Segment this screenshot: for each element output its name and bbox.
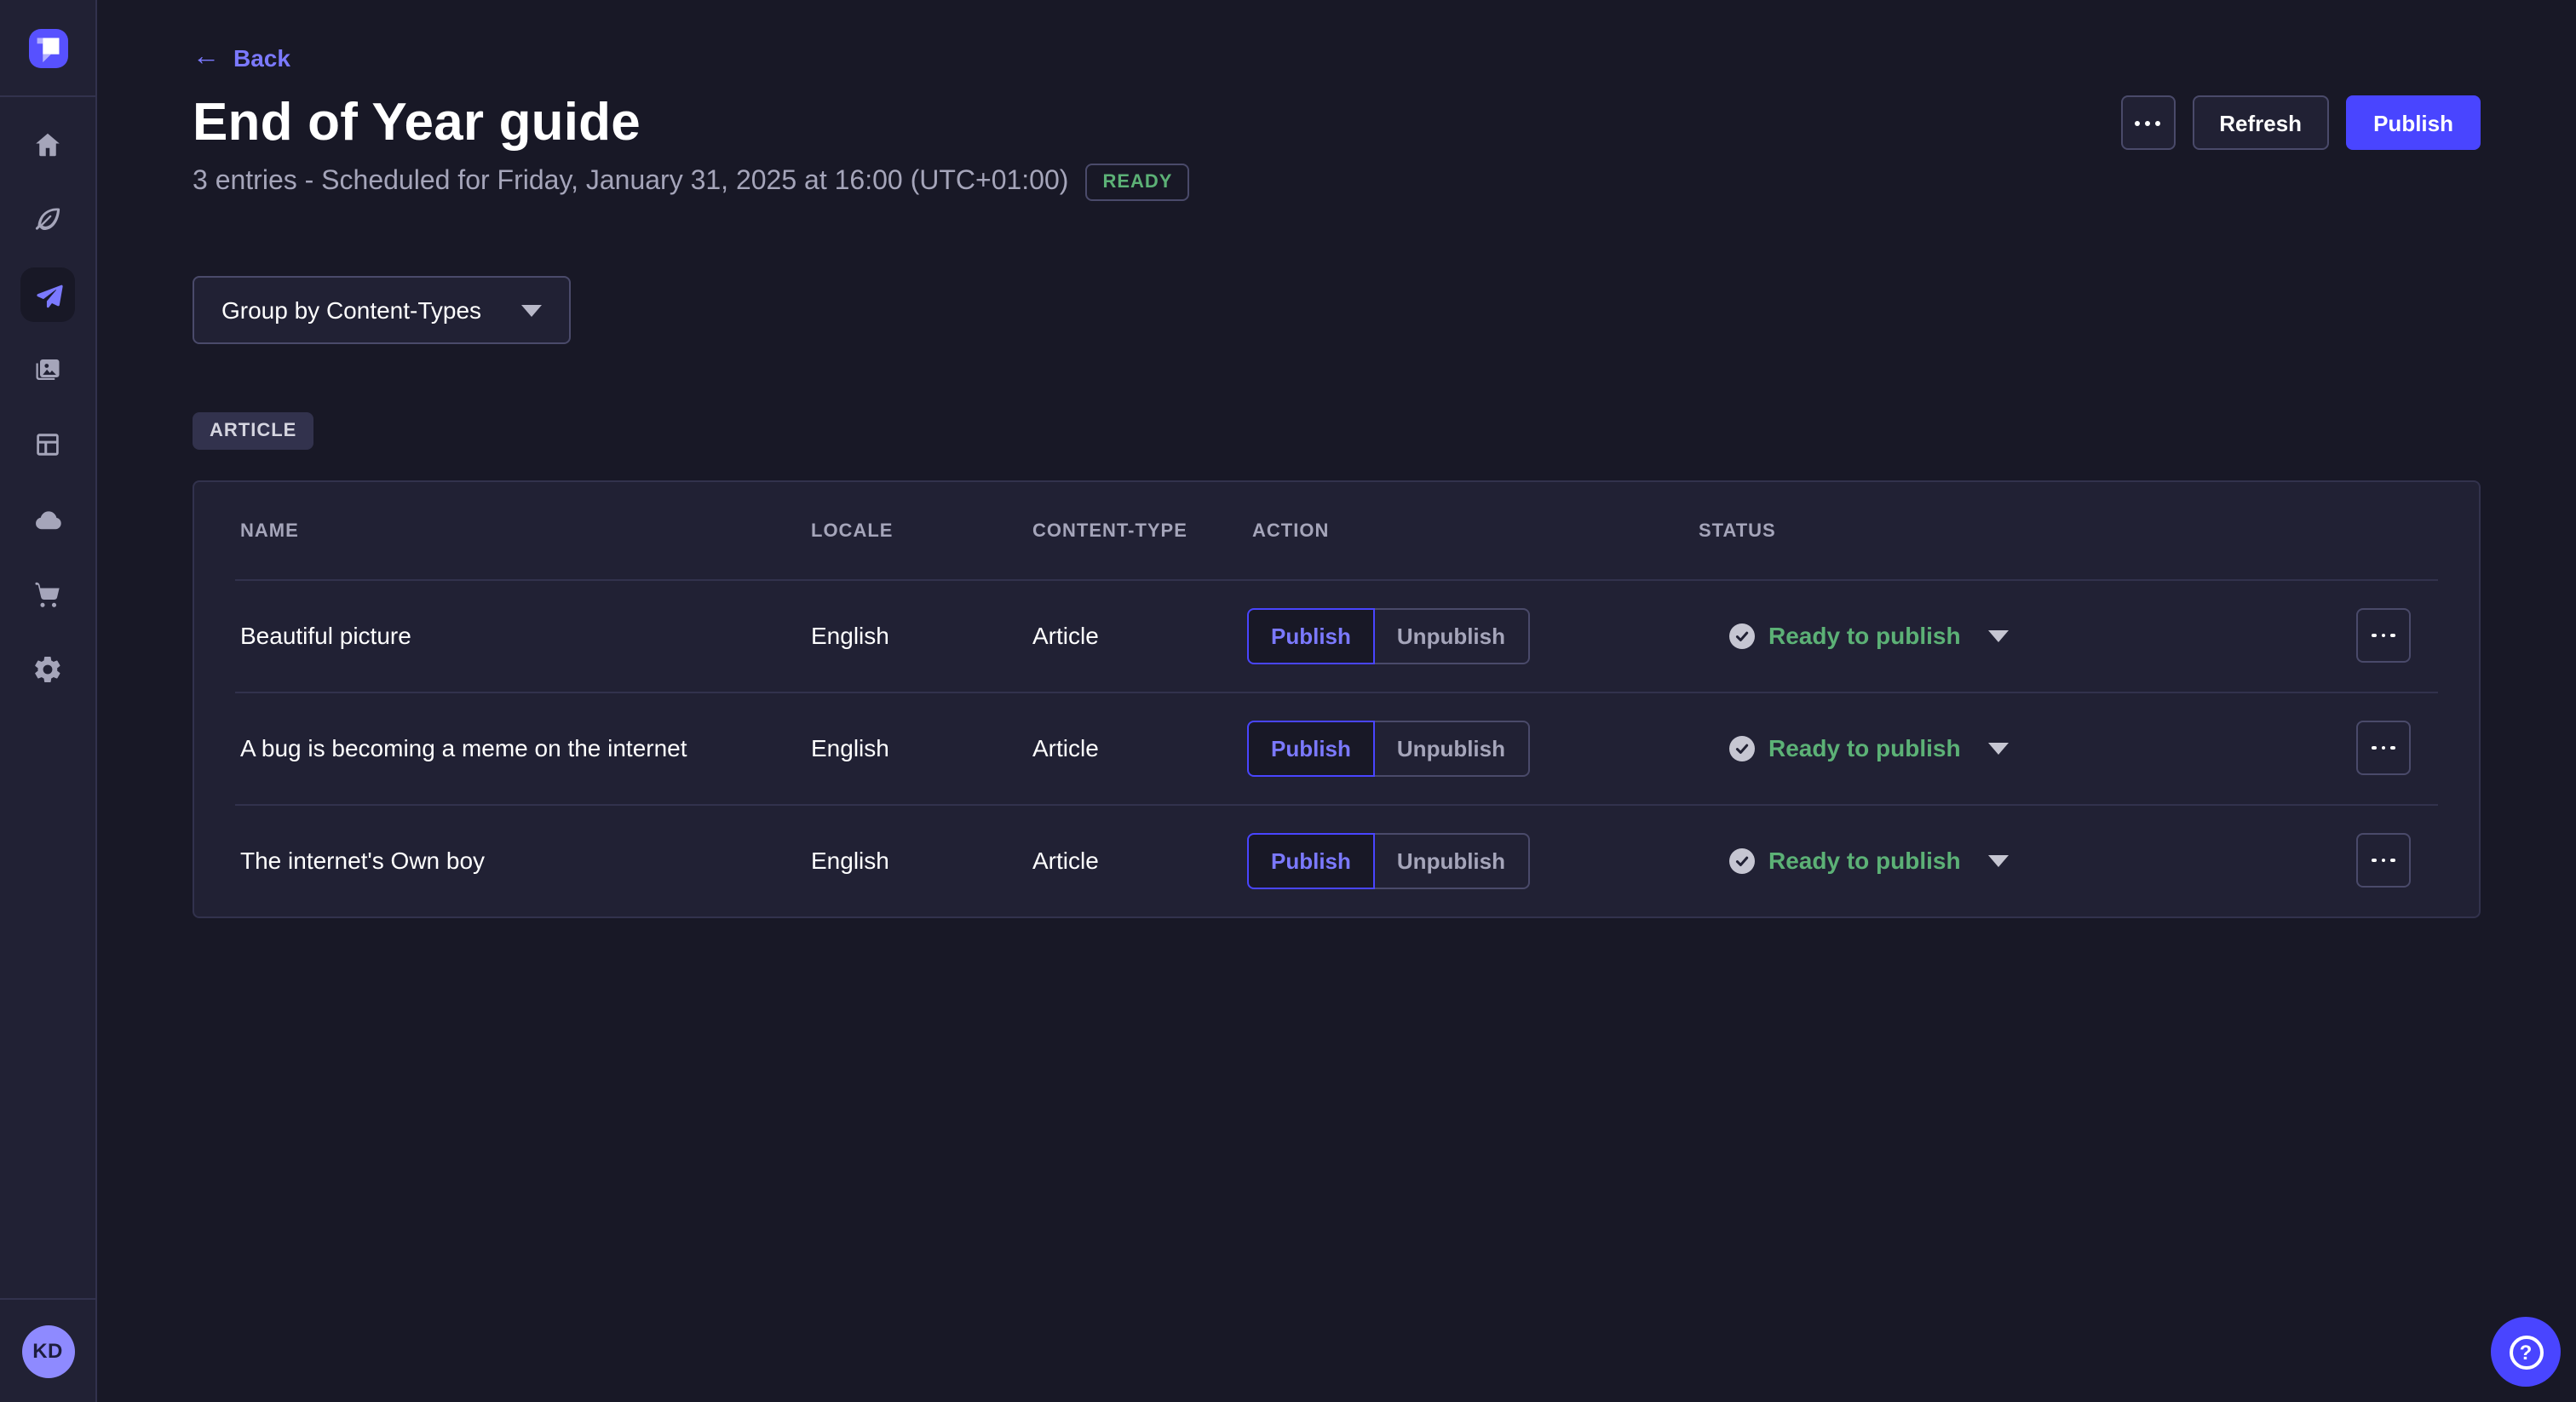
table-row: Beautiful picture English Article Publis… <box>194 579 2479 692</box>
logo-container <box>0 0 95 97</box>
entry-locale: English <box>806 847 1027 874</box>
group-by-label: Group by Content-Types <box>221 296 481 324</box>
publish-toggle[interactable]: Publish <box>1247 607 1375 664</box>
sidebar: KD <box>0 0 97 1402</box>
sidebar-item-content-manager[interactable] <box>20 192 75 247</box>
refresh-button[interactable]: Refresh <box>2192 95 2329 150</box>
column-header-name: NAME <box>235 520 806 541</box>
title-row: End of Year guide Refresh Publish <box>193 92 2481 153</box>
sidebar-item-marketplace[interactable] <box>20 567 75 622</box>
entry-name: A bug is becoming a meme on the internet <box>235 734 806 761</box>
table-row: The internet's Own boy English Article P… <box>194 804 2479 916</box>
page-title: End of Year guide <box>193 92 641 153</box>
help-button[interactable]: ? <box>2491 1317 2561 1387</box>
action-toggle: Publish Unpublish <box>1247 832 1529 888</box>
avatar[interactable]: KD <box>21 1324 74 1377</box>
sidebar-nav <box>20 118 75 697</box>
ellipsis-icon <box>2135 120 2140 125</box>
entry-name: Beautiful picture <box>235 622 806 649</box>
publish-button[interactable]: Publish <box>2346 95 2481 150</box>
chevron-down-icon <box>1988 629 2009 641</box>
app-window: KD ← Back End of Year guide Refresh Publ… <box>0 0 2576 1402</box>
sidebar-item-home[interactable] <box>20 118 75 172</box>
feather-icon <box>32 204 63 235</box>
layout-icon <box>32 429 63 460</box>
entry-locale: English <box>806 734 1027 761</box>
media-library-icon <box>32 354 63 385</box>
publish-toggle[interactable]: Publish <box>1247 720 1375 776</box>
entry-content-type: Article <box>1027 622 1247 649</box>
back-label: Back <box>233 44 290 72</box>
chevron-down-icon <box>1988 742 2009 754</box>
chevron-down-icon <box>1988 854 2009 866</box>
entry-status-button[interactable]: Ready to publish <box>1729 622 2009 649</box>
ellipsis-icon <box>2372 634 2377 638</box>
header-actions: Refresh Publish <box>2120 95 2481 150</box>
chevron-down-icon <box>520 304 541 316</box>
paper-plane-icon <box>32 279 64 311</box>
publish-toggle[interactable]: Publish <box>1247 832 1375 888</box>
main-content: ← Back End of Year guide Refresh Publish… <box>97 0 2576 1402</box>
unpublish-toggle[interactable]: Unpublish <box>1375 832 1529 888</box>
action-toggle: Publish Unpublish <box>1247 607 1529 664</box>
column-header-status: STATUS <box>1693 520 2356 541</box>
subtitle-row: 3 entries - Scheduled for Friday, Januar… <box>193 164 2481 201</box>
release-subtitle: 3 entries - Scheduled for Friday, Januar… <box>193 167 1068 198</box>
column-header-locale: LOCALE <box>806 520 1027 541</box>
sidebar-item-cloud[interactable] <box>20 492 75 547</box>
column-header-action: ACTION <box>1247 520 1693 541</box>
row-more-button[interactable] <box>2356 721 2411 775</box>
release-table: NAME LOCALE CONTENT-TYPE ACTION STATUS B… <box>193 480 2481 918</box>
check-circle-icon <box>1729 623 1755 648</box>
entry-status-label: Ready to publish <box>1768 734 1961 761</box>
gear-icon <box>32 654 63 685</box>
ellipsis-icon <box>2372 859 2377 863</box>
sidebar-item-content-type-builder[interactable] <box>20 417 75 472</box>
entry-status-label: Ready to publish <box>1768 847 1961 874</box>
sidebar-item-media-library[interactable] <box>20 342 75 397</box>
strapi-glyph-icon <box>28 28 67 67</box>
column-header-content-type: CONTENT-TYPE <box>1027 520 1247 541</box>
back-link[interactable]: ← Back <box>193 44 290 72</box>
row-more-button[interactable] <box>2356 833 2411 888</box>
status-badge: READY <box>1085 164 1189 201</box>
unpublish-toggle[interactable]: Unpublish <box>1375 607 1529 664</box>
sidebar-item-settings[interactable] <box>20 642 75 697</box>
sidebar-footer: KD <box>0 1298 95 1402</box>
question-mark-icon: ? <box>2509 1335 2543 1369</box>
group-by-select[interactable]: Group by Content-Types <box>193 276 570 344</box>
more-actions-button[interactable] <box>2120 95 2175 150</box>
entry-content-type: Article <box>1027 847 1247 874</box>
sidebar-item-releases[interactable] <box>20 267 75 322</box>
table-header-row: NAME LOCALE CONTENT-TYPE ACTION STATUS <box>194 482 2479 579</box>
entry-content-type: Article <box>1027 734 1247 761</box>
strapi-logo-icon[interactable] <box>28 28 67 67</box>
unpublish-toggle[interactable]: Unpublish <box>1375 720 1529 776</box>
entry-name: The internet's Own boy <box>235 847 806 874</box>
row-more-button[interactable] <box>2356 608 2411 663</box>
entry-status-button[interactable]: Ready to publish <box>1729 847 2009 874</box>
entry-status-label: Ready to publish <box>1768 622 1961 649</box>
home-icon <box>32 129 63 160</box>
article-group-badge: ARTICLE <box>193 412 313 450</box>
arrow-left-icon: ← <box>193 44 220 72</box>
cloud-icon <box>32 503 64 536</box>
check-circle-icon <box>1729 735 1755 761</box>
check-circle-icon <box>1729 848 1755 873</box>
cart-icon <box>32 579 63 610</box>
ellipsis-icon <box>2372 746 2377 750</box>
entry-locale: English <box>806 622 1027 649</box>
entry-status-button[interactable]: Ready to publish <box>1729 734 2009 761</box>
table-row: A bug is becoming a meme on the internet… <box>194 692 2479 804</box>
action-toggle: Publish Unpublish <box>1247 720 1529 776</box>
